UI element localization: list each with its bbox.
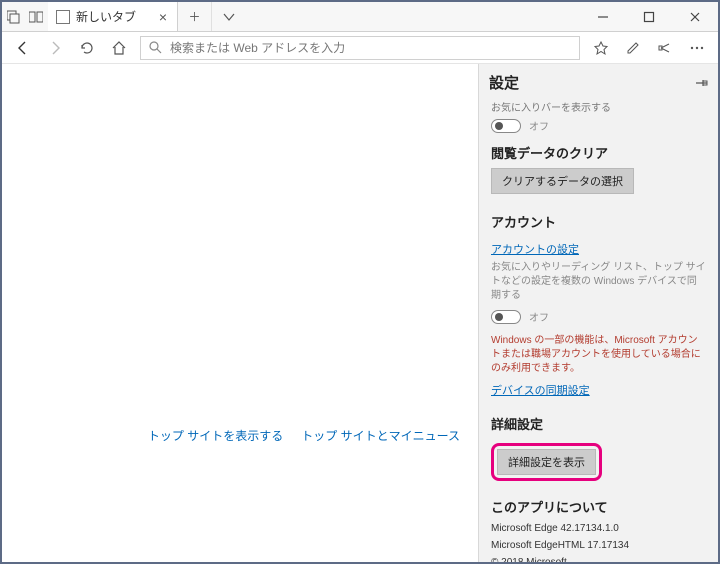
main-page: トップ サイトを表示する トップ サイトとマイニュース bbox=[2, 64, 478, 562]
settings-panel: 設定 お気に入りバーを表示する オフ 閲覧データのクリア クリアするデータの選択… bbox=[478, 64, 718, 562]
about-title: このアプリについて bbox=[491, 497, 706, 516]
content-area: トップ サイトを表示する トップ サイトとマイニュース 設定 お気に入りバーを表… bbox=[2, 64, 718, 562]
window-controls bbox=[580, 2, 718, 31]
close-tab-icon[interactable]: × bbox=[159, 9, 167, 25]
favbar-toggle-label: オフ bbox=[529, 118, 549, 133]
toolbar-right bbox=[590, 37, 708, 59]
address-bar[interactable]: 検索または Web アドレスを入力 bbox=[140, 36, 580, 60]
tab-actions-icon[interactable] bbox=[212, 2, 246, 31]
home-button[interactable] bbox=[108, 37, 130, 59]
settings-body: お気に入りバーを表示する オフ 閲覧データのクリア クリアするデータの選択 アカ… bbox=[479, 99, 718, 562]
browsing-data-title: 閲覧データのクリア bbox=[491, 143, 706, 162]
account-settings-link[interactable]: アカウントの設定 bbox=[491, 241, 579, 257]
about-version-edge: Microsoft Edge 42.17134.1.0 bbox=[491, 522, 706, 535]
advanced-title: 詳細設定 bbox=[491, 414, 706, 433]
link-show-topsites[interactable]: トップ サイトを表示する bbox=[148, 427, 283, 444]
notes-button[interactable] bbox=[622, 37, 644, 59]
link-topsites-mynews[interactable]: トップ サイトとマイニュース bbox=[301, 427, 460, 444]
account-warning: Windows の一部の機能は、Microsoft アカウントまたは職場アカウン… bbox=[491, 334, 706, 376]
about-version-html: Microsoft EdgeHTML 17.17134 bbox=[491, 539, 706, 552]
show-advanced-button[interactable]: 詳細設定を表示 bbox=[497, 449, 596, 475]
tab-preview-icon[interactable] bbox=[28, 9, 44, 25]
maximize-button[interactable] bbox=[626, 2, 672, 31]
sync-toggle-label: オフ bbox=[529, 309, 549, 324]
sync-desc: お気に入りやリーディング リスト、トップ サイトなどの設定を複数の Window… bbox=[491, 261, 706, 303]
clear-data-button[interactable]: クリアするデータの選択 bbox=[491, 168, 634, 194]
account-title: アカウント bbox=[491, 212, 706, 231]
minimize-button[interactable] bbox=[580, 2, 626, 31]
favbar-toggle-row: オフ bbox=[491, 118, 706, 133]
search-icon bbox=[149, 41, 162, 54]
sync-toggle[interactable] bbox=[491, 310, 521, 324]
main-quick-links: トップ サイトを表示する トップ サイトとマイニュース bbox=[148, 427, 460, 444]
about-copyright: © 2018 Microsoft bbox=[491, 556, 706, 562]
tab-new[interactable]: 新しいタブ × bbox=[48, 2, 178, 31]
share-button[interactable] bbox=[654, 37, 676, 59]
titlebar: 新しいタブ × ＋ bbox=[2, 2, 718, 32]
forward-button[interactable] bbox=[44, 37, 66, 59]
settings-header: 設定 bbox=[479, 64, 718, 99]
advanced-highlight: 詳細設定を表示 bbox=[491, 443, 602, 481]
pin-icon[interactable] bbox=[694, 76, 708, 90]
back-button[interactable] bbox=[12, 37, 34, 59]
favicon-placeholder bbox=[56, 10, 70, 24]
device-sync-link[interactable]: デバイスの同期設定 bbox=[491, 382, 590, 398]
sync-toggle-row: オフ bbox=[491, 309, 706, 324]
refresh-button[interactable] bbox=[76, 37, 98, 59]
tab-title: 新しいタブ bbox=[76, 8, 136, 25]
more-button[interactable] bbox=[686, 37, 708, 59]
new-tab-button[interactable]: ＋ bbox=[178, 2, 212, 31]
address-placeholder: 検索または Web アドレスを入力 bbox=[170, 39, 345, 56]
favbar-caption: お気に入りバーを表示する bbox=[491, 99, 706, 114]
titlebar-left bbox=[2, 2, 48, 31]
set-aside-tabs-icon[interactable] bbox=[6, 9, 22, 25]
window-frame: 新しいタブ × ＋ bbox=[0, 0, 720, 564]
toolbar: 検索または Web アドレスを入力 bbox=[2, 32, 718, 64]
favorites-button[interactable] bbox=[590, 37, 612, 59]
settings-title: 設定 bbox=[489, 72, 519, 93]
close-window-button[interactable] bbox=[672, 2, 718, 31]
favbar-toggle[interactable] bbox=[491, 119, 521, 133]
